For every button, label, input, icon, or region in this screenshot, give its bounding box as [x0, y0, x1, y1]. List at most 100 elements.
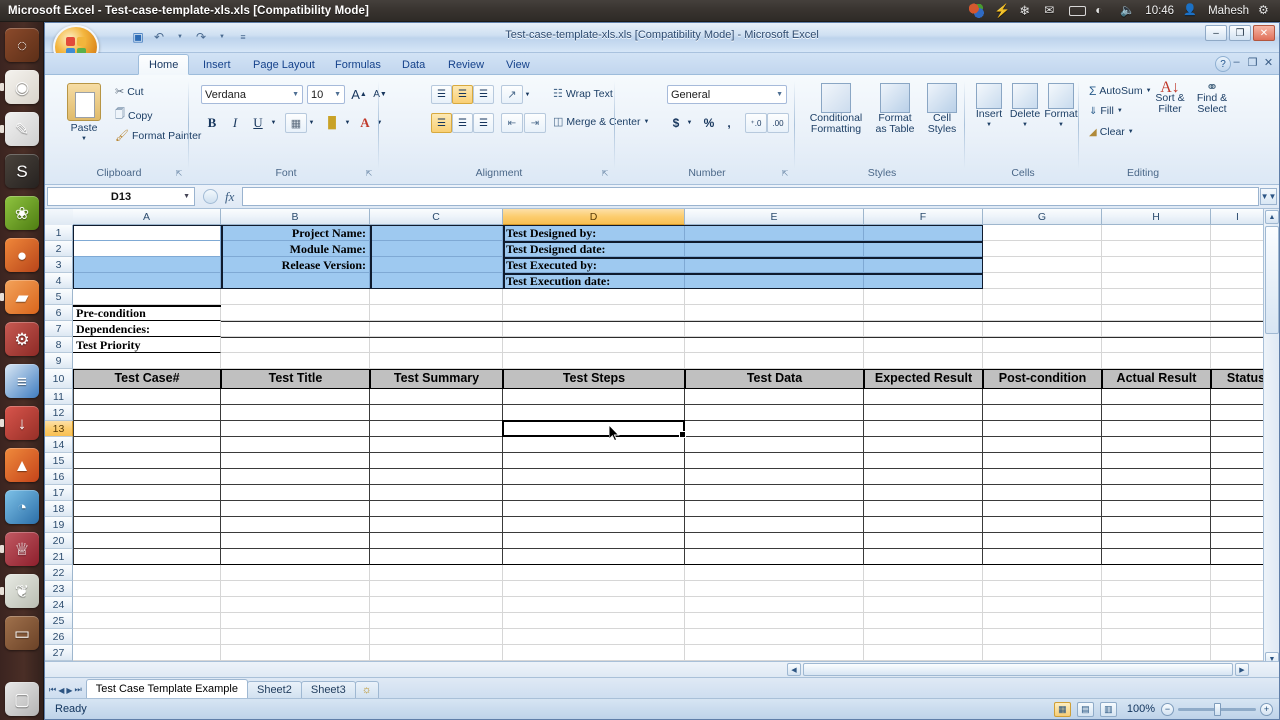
minimize-button[interactable]: –	[1205, 25, 1227, 41]
cell-B20[interactable]	[221, 533, 370, 549]
row-header-14[interactable]: 14	[45, 437, 73, 453]
cell-H21[interactable]	[1102, 549, 1211, 565]
table-header-cell-B[interactable]: Test Title	[221, 369, 370, 389]
dropbox-icon[interactable]: ❄	[1019, 3, 1035, 19]
align-left-button[interactable]: ☰	[431, 113, 452, 133]
cell-D24[interactable]	[503, 597, 685, 613]
next-sheet-button[interactable]: ▶	[66, 686, 72, 695]
cell-E3[interactable]	[685, 257, 864, 273]
cell-D15[interactable]	[503, 453, 685, 469]
cell-C20[interactable]	[370, 533, 503, 549]
page-layout-view-button[interactable]: ▤	[1077, 702, 1094, 717]
percent-format-button[interactable]: %	[699, 113, 719, 133]
cell-C16[interactable]	[370, 469, 503, 485]
row-header-19[interactable]: 19	[45, 517, 73, 533]
cell-B26[interactable]	[221, 629, 370, 645]
table-header-cell-H[interactable]: Actual Result	[1102, 369, 1211, 389]
cell-G13[interactable]	[983, 421, 1102, 437]
volume-icon[interactable]: 🔈	[1120, 3, 1136, 19]
cell-H11[interactable]	[1102, 389, 1211, 405]
chevron-down-icon[interactable]: ▼	[183, 193, 190, 200]
clipboard-dialog-launcher[interactable]: ⇱	[174, 168, 184, 178]
cell-B21[interactable]	[221, 549, 370, 565]
borders-button[interactable]: ▦	[285, 113, 307, 133]
cell-F13[interactable]	[864, 421, 983, 437]
cell-area[interactable]: Project Name:Test Designed by:Module Nam…	[73, 225, 1280, 697]
column-header-I[interactable]: I	[1211, 209, 1265, 225]
cell-B9[interactable]	[221, 353, 370, 369]
scroll-left-button[interactable]: ◀	[787, 663, 801, 676]
cell-G25[interactable]	[983, 613, 1102, 629]
cell-H17[interactable]	[1102, 485, 1211, 501]
cell-E2[interactable]	[685, 241, 864, 257]
files-folder-icon[interactable]: ▰	[5, 280, 39, 314]
normal-view-button[interactable]: ▦	[1054, 702, 1071, 717]
cell-B4[interactable]	[221, 273, 370, 289]
cell-F3[interactable]	[864, 257, 983, 273]
sheet-tab-sheet3[interactable]: Sheet3	[301, 681, 356, 698]
cell-G26[interactable]	[983, 629, 1102, 645]
cell-F20[interactable]	[864, 533, 983, 549]
row-header-21[interactable]: 21	[45, 549, 73, 565]
row-header-17[interactable]: 17	[45, 485, 73, 501]
tab-insert[interactable]: Insert	[193, 54, 241, 75]
cell-G18[interactable]	[983, 501, 1102, 517]
software-updater-icon[interactable]: ↓	[5, 406, 39, 440]
close-ribbon-button[interactable]: ✕	[1262, 56, 1275, 69]
cell-D13[interactable]	[503, 421, 685, 437]
cell-E18[interactable]	[685, 501, 864, 517]
clear-button[interactable]: ◢ Clear ▼	[1089, 126, 1134, 138]
cell-H26[interactable]	[1102, 629, 1211, 645]
cell-A25[interactable]	[73, 613, 221, 629]
cell-H20[interactable]	[1102, 533, 1211, 549]
spring-tool-suite-icon[interactable]: ❀	[5, 196, 39, 230]
cell-D8[interactable]	[503, 337, 685, 353]
alignment-dialog-launcher[interactable]: ⇱	[600, 168, 610, 178]
cell-C13[interactable]	[370, 421, 503, 437]
cell-F15[interactable]	[864, 453, 983, 469]
horizontal-scrollbar[interactable]: ◀ ▶	[45, 661, 1280, 677]
cell-B2[interactable]: Module Name:	[221, 241, 370, 257]
cell-B12[interactable]	[221, 405, 370, 421]
tab-view[interactable]: View	[496, 54, 540, 75]
align-middle-button[interactable]: ☰	[452, 85, 473, 104]
cell-A8[interactable]: Test Priority	[73, 337, 221, 353]
cell-E19[interactable]	[685, 517, 864, 533]
cell-B14[interactable]	[221, 437, 370, 453]
grow-font-button[interactable]: A▲	[349, 85, 369, 104]
table-header-cell-G[interactable]: Post-condition	[983, 369, 1102, 389]
cell-D21[interactable]	[503, 549, 685, 565]
cell-B23[interactable]	[221, 581, 370, 597]
row-header-7[interactable]: 7	[45, 321, 73, 337]
cell-G20[interactable]	[983, 533, 1102, 549]
cell-C12[interactable]	[370, 405, 503, 421]
row-header-5[interactable]: 5	[45, 289, 73, 305]
table-header-cell-D[interactable]: Test Steps	[503, 369, 685, 389]
cell-H4[interactable]	[1102, 273, 1211, 289]
insert-worksheet-icon[interactable]: ☼	[355, 681, 379, 698]
row-header-8[interactable]: 8	[45, 337, 73, 353]
cell-G2[interactable]	[983, 241, 1102, 257]
row-header-11[interactable]: 11	[45, 389, 73, 405]
cell-A6[interactable]: Pre-condition	[73, 305, 221, 321]
cell-D2[interactable]: Test Designed date:	[503, 241, 685, 257]
cell-H2[interactable]	[1102, 241, 1211, 257]
accounting-dropdown-icon[interactable]: ▼	[685, 116, 694, 130]
zoom-in-button[interactable]: +	[1260, 703, 1273, 716]
help-question-icon[interactable]: ?	[1215, 56, 1231, 72]
cell-A3[interactable]	[73, 257, 221, 273]
row-header-13[interactable]: 13	[45, 421, 73, 437]
cell-G7[interactable]	[983, 321, 1102, 337]
cell-B13[interactable]	[221, 421, 370, 437]
row-header-1[interactable]: 1	[45, 225, 73, 241]
number-format-combo[interactable]: General ▼	[667, 85, 787, 104]
cell-H27[interactable]	[1102, 645, 1211, 661]
zoom-slider[interactable]: − +	[1161, 703, 1273, 716]
cell-A18[interactable]	[73, 501, 221, 517]
cell-E15[interactable]	[685, 453, 864, 469]
cell-F12[interactable]	[864, 405, 983, 421]
row-header-22[interactable]: 22	[45, 565, 73, 581]
cell-E25[interactable]	[685, 613, 864, 629]
cell-A21[interactable]	[73, 549, 221, 565]
undo-dropdown-icon[interactable]: ▼	[171, 28, 189, 45]
